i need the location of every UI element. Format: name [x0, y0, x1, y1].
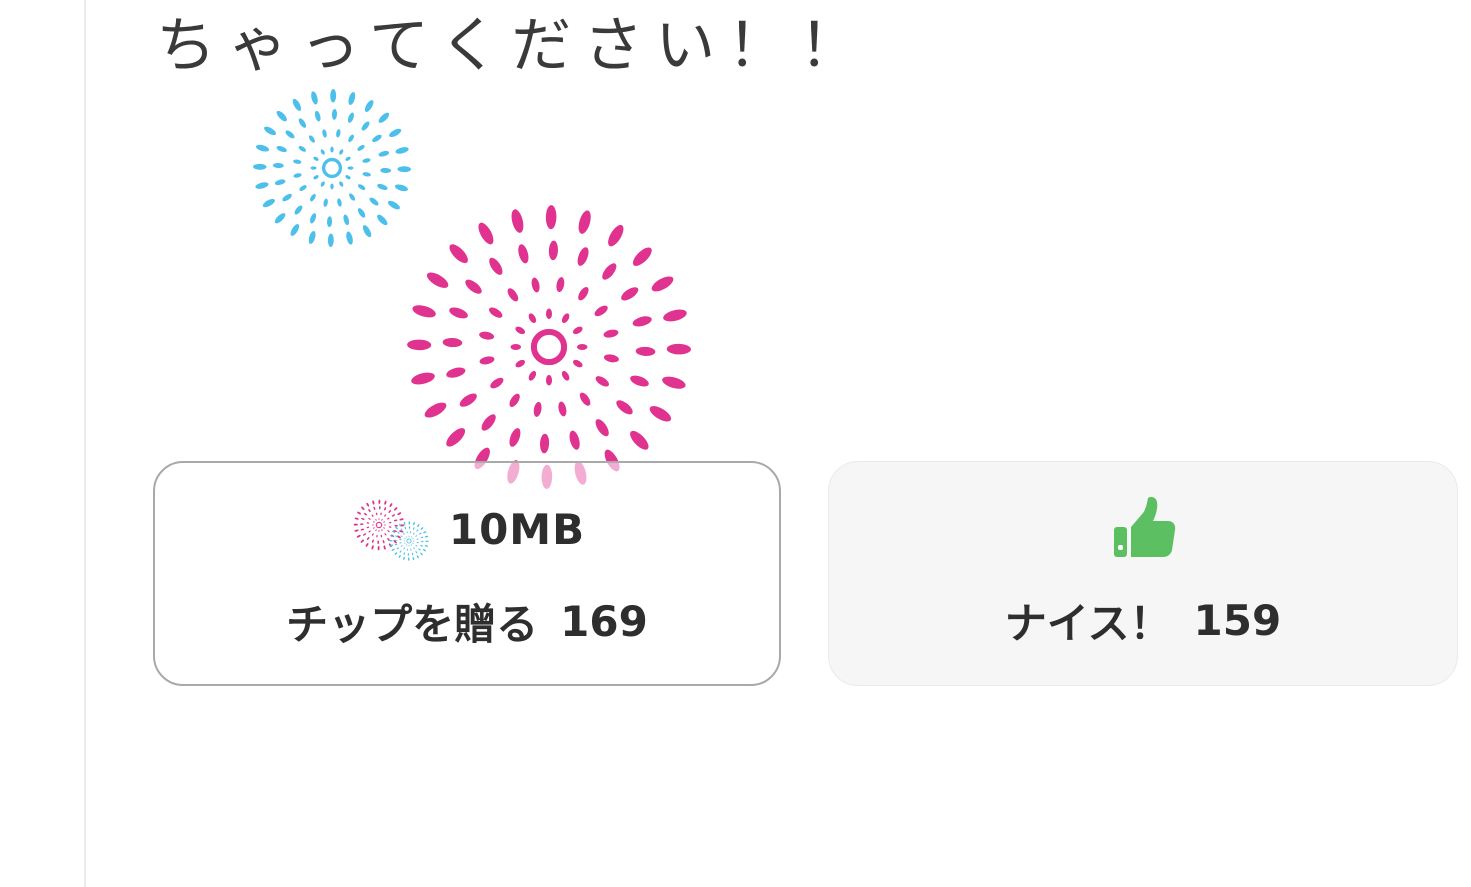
left-divider — [84, 0, 86, 887]
nice-label: ナイス！ — [1004, 598, 1172, 648]
fireworks-icon — [353, 499, 429, 561]
thumbs-up-icon — [1114, 497, 1176, 557]
post-footer: ちゃってください！！ 10MB チップを贈る 169 ナイス！ 159 — [0, 0, 1471, 887]
nice-icon-row — [829, 492, 1457, 564]
nice-button[interactable]: ナイス！ 159 — [828, 461, 1458, 686]
nice-count: 159 — [1193, 595, 1282, 645]
send-tip-button[interactable]: 10MB チップを贈る 169 — [153, 461, 781, 686]
tip-label-row: チップを贈る 169 — [155, 591, 779, 651]
tip-label: チップを贈る — [286, 599, 539, 649]
tip-count: 169 — [560, 596, 648, 646]
tip-amount-row: 10MB — [155, 493, 779, 565]
tip-amount: 10MB — [448, 504, 586, 554]
post-message-text: ちゃってください！！ — [156, 11, 872, 81]
nice-label-row: ナイス！ 159 — [829, 590, 1457, 650]
blue-firework-decoration — [253, 89, 411, 247]
pink-firework-decoration — [407, 205, 691, 489]
